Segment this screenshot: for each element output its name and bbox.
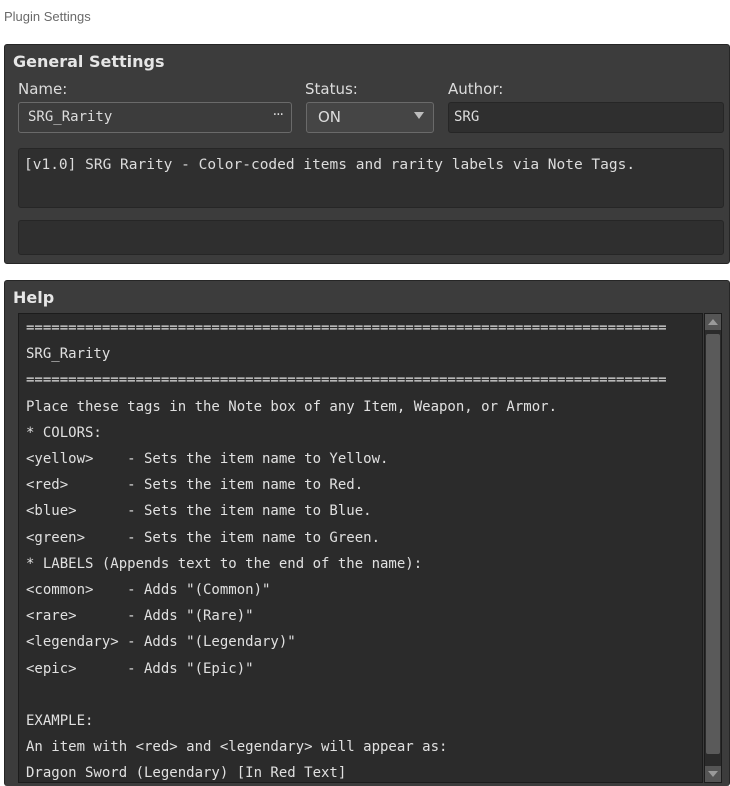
help-line: SRG_Rarity	[26, 346, 111, 363]
parameters-field[interactable]	[18, 220, 724, 255]
general-settings-panel: General Settings Name: Status: Author: S…	[4, 44, 730, 264]
general-settings-title: General Settings	[13, 52, 165, 71]
help-line: ========================================…	[26, 372, 667, 389]
help-scrollbar[interactable]	[704, 313, 722, 783]
title-bar: Plugin Settings	[0, 0, 730, 34]
help-line: <blue> - Sets the item name to Blue.	[26, 503, 372, 520]
status-label: Status:	[305, 80, 358, 98]
scroll-thumb[interactable]	[706, 334, 720, 754]
chevron-down-icon	[414, 112, 424, 119]
help-line: <epic> - Adds "(Epic)"	[26, 660, 254, 677]
help-line: An item with <red> and <legendary> will …	[26, 739, 448, 756]
author-label: Author:	[448, 80, 504, 98]
status-value: ON	[318, 108, 342, 126]
help-line: <green> - Sets the item name to Green.	[26, 529, 381, 546]
help-line: EXAMPLE:	[26, 713, 94, 729]
help-panel: Help ===================================…	[4, 280, 730, 786]
scroll-up-button[interactable]	[705, 314, 721, 330]
help-line: ========================================…	[26, 320, 667, 336]
help-line: Place these tags in the Note box of any …	[26, 398, 558, 415]
window-title: Plugin Settings	[4, 9, 91, 24]
help-line: <rare> - Adds "(Rare)"	[26, 608, 254, 625]
help-line: <red> - Sets the item name to Red.	[26, 477, 364, 494]
help-title: Help	[13, 288, 55, 307]
help-line: <common> - Adds "(Common)"	[26, 582, 271, 598]
plugin-name-value: SRG_Rarity	[28, 109, 113, 125]
arrow-up-icon	[708, 319, 718, 325]
description-field[interactable]: [v1.0] SRG Rarity - Color-coded items an…	[18, 148, 724, 208]
status-select[interactable]: ON	[306, 102, 434, 133]
help-line: Dragon Sword (Legendary) [In Red Text]	[26, 765, 347, 782]
arrow-down-icon	[708, 771, 718, 777]
help-line: <legendary> - Adds "(Legendary)"	[26, 634, 296, 651]
help-line: * COLORS:	[26, 424, 102, 441]
help-text-area[interactable]: ========================================…	[18, 313, 703, 783]
plugin-name-field[interactable]: SRG_Rarity ···	[18, 102, 292, 133]
name-label: Name:	[18, 80, 68, 98]
author-field[interactable]: SRG	[448, 102, 724, 133]
browse-ellipsis-button[interactable]: ···	[273, 107, 284, 123]
description-value: [v1.0] SRG Rarity - Color-coded items an…	[24, 157, 636, 173]
author-value: SRG	[454, 109, 480, 125]
scroll-down-button[interactable]	[705, 766, 721, 782]
help-line: <yellow> - Sets the item name to Yellow.	[26, 451, 389, 467]
help-line: * LABELS (Appends text to the end of the…	[26, 555, 423, 572]
